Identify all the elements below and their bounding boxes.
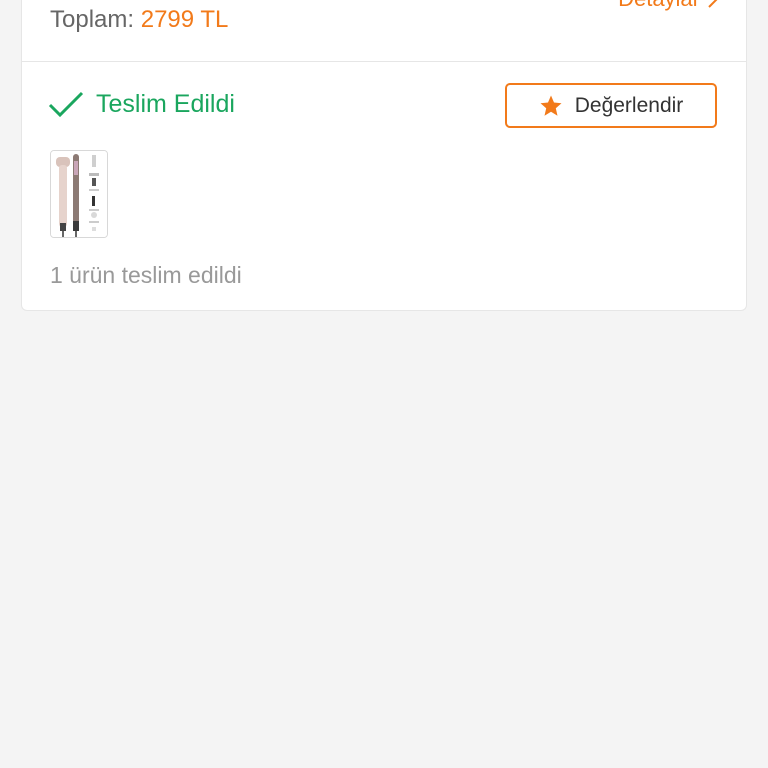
details-link[interactable]: Detaylar [618,0,720,12]
rate-button[interactable]: Değerlendir [505,83,717,128]
check-icon [48,91,84,117]
delivery-status: Teslim Edildi [48,90,235,119]
product-thumbnail[interactable] [50,150,108,238]
status-text: Teslim Edildi [96,90,235,118]
total-amount: 2799 TL [140,6,229,33]
order-total: Toplam: 2799 TL [50,6,228,34]
star-icon [540,95,562,116]
rate-button-label: Değerlendir [574,93,684,117]
product-image [51,151,107,237]
chevron-right-icon [708,0,718,8]
delivered-count-note: 1 ürün teslim edildi [50,262,242,288]
details-label: Detaylar [618,0,700,12]
order-card: Toplam: 2799 TL Detaylar Teslim Edildi D… [21,0,747,311]
divider [22,61,746,62]
total-label: Toplam: [50,6,135,33]
